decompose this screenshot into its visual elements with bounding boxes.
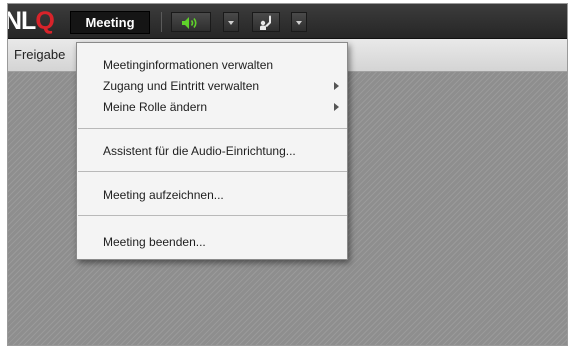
menu-item-record-meeting[interactable]: Meeting aufzeichnen... — [77, 185, 347, 205]
meeting-dropdown-menu: Meetinginformationen verwalten Zugang un… — [76, 42, 348, 260]
menu-item-audio-setup-wizard[interactable]: Assistent für die Audio-Einrichtung... — [77, 141, 347, 161]
raise-hand-button[interactable] — [252, 12, 280, 32]
menu-item-label: Meetinginformationen verwalten — [103, 58, 274, 72]
menu-item-label: Zugang und Eintritt verwalten — [103, 79, 260, 93]
logo-text-part2: Q — [35, 7, 54, 35]
menu-item-manage-meeting-info[interactable]: Meetinginformationen verwalten — [77, 55, 347, 75]
raise-hand-icon — [260, 15, 271, 30]
top-menu-bar: NLQ Meeting — [8, 4, 567, 39]
menu-divider — [78, 128, 347, 129]
menu-item-label: Meeting aufzeichnen... — [103, 188, 224, 202]
menu-divider — [78, 215, 347, 216]
menu-item-label: Assistent für die Audio-Einrichtung... — [103, 144, 296, 158]
submenu-arrow-icon — [334, 82, 339, 90]
menu-item-manage-access[interactable]: Zugang und Eintritt verwalten — [77, 76, 347, 96]
speaker-icon — [182, 17, 197, 29]
share-pod-title: Freigabe — [14, 47, 66, 62]
menu-item-label: Meine Rolle ändern — [103, 100, 208, 114]
brand-logo: NLQ — [7, 7, 55, 35]
menu-divider — [78, 171, 347, 172]
toolbar-divider — [161, 12, 162, 32]
logo-text-part1: NL — [7, 7, 36, 35]
menu-item-end-meeting[interactable]: Meeting beenden... — [77, 232, 347, 252]
menu-item-change-role[interactable]: Meine Rolle ändern — [77, 97, 347, 117]
menu-item-label: Meeting beenden... — [103, 235, 206, 249]
submenu-arrow-icon — [334, 103, 339, 111]
meeting-menu-button[interactable]: Meeting — [70, 11, 150, 34]
app-window: NLQ Meeting Freigabe Meetinginformatione… — [7, 3, 568, 346]
status-options-dropdown[interactable] — [291, 12, 307, 32]
audio-options-dropdown[interactable] — [223, 12, 239, 32]
audio-button[interactable] — [171, 12, 211, 32]
